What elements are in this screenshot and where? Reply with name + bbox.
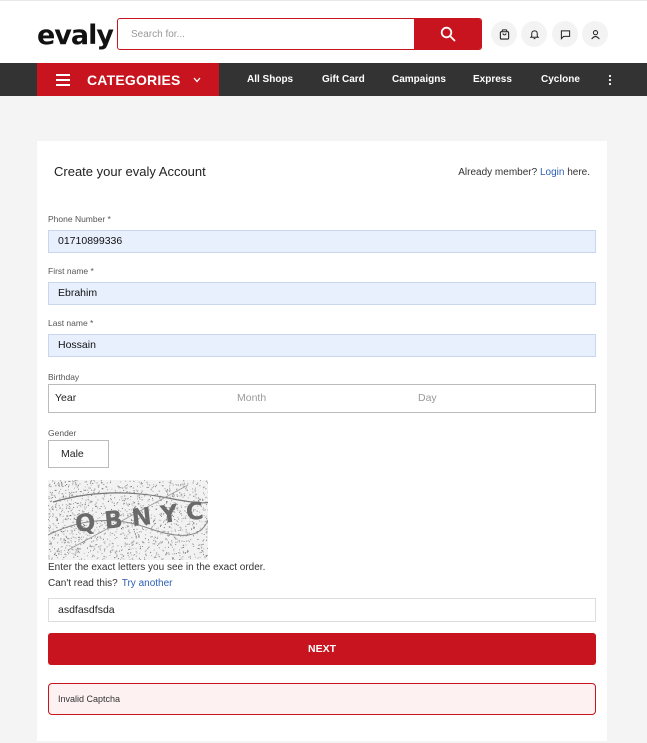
first-name-label: First name * [48, 266, 94, 276]
cart-button[interactable] [491, 21, 517, 47]
search-button[interactable] [414, 19, 481, 49]
birthday-label: Birthday [48, 372, 80, 382]
birthday-day-select[interactable]: Day [418, 392, 437, 404]
bell-icon [529, 29, 539, 39]
signup-card: Create your evaly Account Already member… [37, 141, 607, 741]
captcha-noise: QBNYC [48, 480, 208, 560]
last-name-label: Last name * [48, 318, 94, 328]
next-button[interactable]: NEXT [48, 633, 596, 665]
top-header: evaly [0, 0, 647, 63]
birthday-year-select[interactable]: Year [55, 392, 76, 404]
here-label: here. [567, 167, 590, 178]
nav-link-cyclone[interactable]: Cyclone [541, 74, 580, 85]
nav-link-campaigns[interactable]: Campaigns [392, 74, 446, 85]
evaly-logo[interactable]: evaly [37, 20, 114, 51]
birthday-picker: Year Month Day [48, 384, 596, 413]
try-another-link[interactable]: Try another [122, 578, 173, 589]
captcha-input[interactable]: asdfasdfsda [48, 598, 596, 622]
gender-label: Gender [48, 428, 77, 438]
first-name-field[interactable]: Ebrahim [48, 282, 596, 305]
nav-link-express[interactable]: Express [473, 74, 512, 85]
login-link[interactable]: Login [540, 167, 564, 178]
page-title: Create your evaly Account [54, 164, 206, 179]
search-icon [440, 26, 455, 42]
search-bar [117, 18, 482, 50]
hamburger-icon [56, 74, 70, 86]
user-icon [590, 29, 600, 39]
captcha-reload-row: Can't read this? Try another [48, 578, 173, 589]
notifications-button[interactable] [521, 21, 547, 47]
shopping-bag-icon [499, 28, 509, 40]
categories-button[interactable]: CATEGORIES [37, 63, 219, 96]
more-vertical-icon[interactable] [608, 74, 612, 86]
category-navbar: CATEGORIES All Shops Gift Card Campaigns… [0, 63, 647, 96]
cant-read-label: Can't read this? [48, 578, 118, 589]
error-alert: Invalid Captcha [48, 683, 596, 715]
phone-field[interactable]: 01710899336 [48, 230, 596, 253]
gender-select[interactable]: Male [48, 440, 109, 468]
account-button[interactable] [582, 21, 608, 47]
already-member-label: Already member? [458, 167, 538, 178]
birthday-month-select[interactable]: Month [237, 392, 266, 404]
captcha-hint: Enter the exact letters you see in the e… [48, 562, 266, 573]
nav-link-all-shops[interactable]: All Shops [247, 74, 293, 85]
nav-link-gift-card[interactable]: Gift Card [322, 74, 365, 85]
messages-button[interactable] [552, 21, 578, 47]
captcha-image: QBNYC [48, 480, 208, 560]
chat-icon [560, 29, 570, 40]
categories-label: CATEGORIES [87, 72, 181, 88]
phone-label: Phone Number * [48, 214, 111, 224]
search-input[interactable] [118, 19, 415, 49]
chevron-down-icon [193, 77, 201, 83]
already-member-text: Already member? Login here. [458, 167, 590, 178]
last-name-field[interactable]: Hossain [48, 334, 596, 357]
